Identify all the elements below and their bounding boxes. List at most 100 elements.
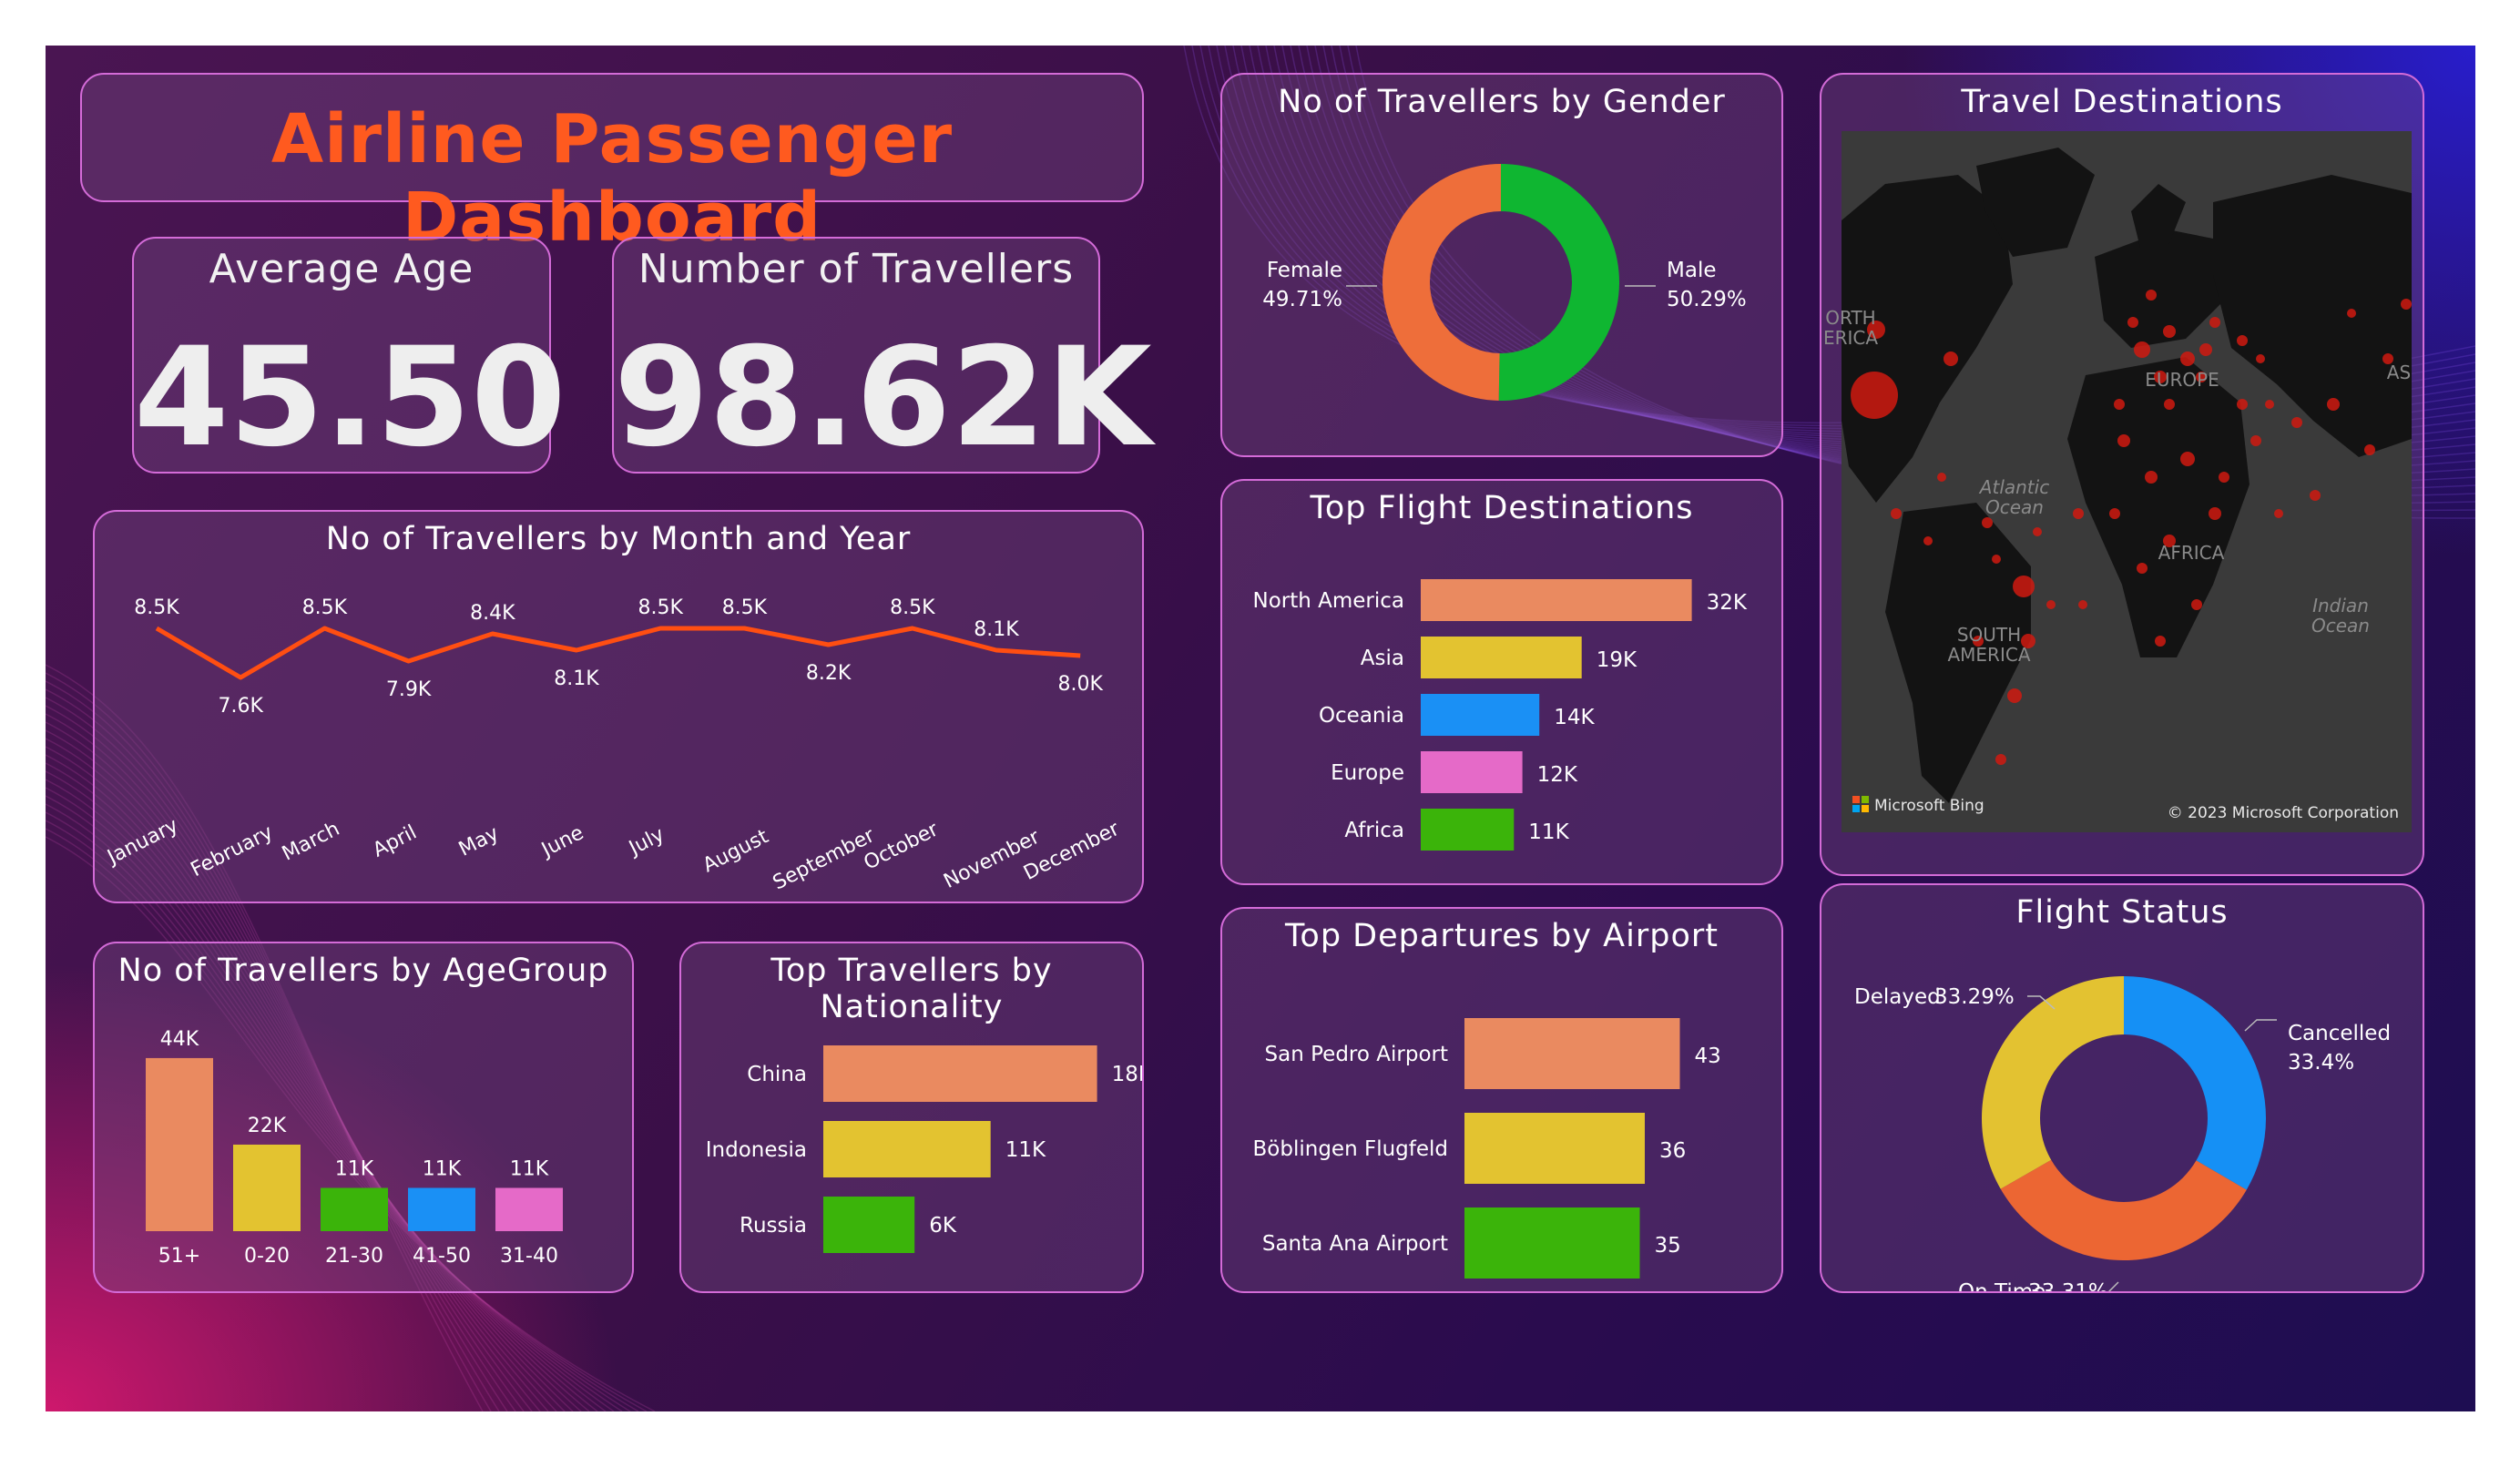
bar [823, 1045, 1097, 1102]
destination-dot [2327, 398, 2340, 411]
map-label: Indian [2312, 595, 2369, 616]
kpi-label: Average Age [209, 246, 474, 292]
status-chart-panel[interactable]: Flight Status Cancelled33.4%On Time33.31… [1820, 883, 2424, 1293]
destination-dot [1891, 508, 1902, 519]
map-label: Atlantic [1978, 476, 2049, 498]
destination-dot [2237, 335, 2248, 346]
data-label: 11K [1005, 1138, 1046, 1162]
category-label: Oceania [1319, 704, 1404, 728]
destination-dot [2114, 399, 2125, 410]
data-label: 18K [1112, 1063, 1142, 1086]
bing-logo-square [1852, 796, 1860, 803]
nationality-bar-chart: China 18K Indonesia 11K Russia 6K [706, 1045, 1142, 1253]
data-label: 35 [1655, 1234, 1681, 1258]
destination-dot [2274, 509, 2283, 518]
map-copyright: © 2023 Microsoft Corporation [2168, 804, 2399, 822]
destination-dot [2117, 434, 2130, 447]
x-tick-label: August [699, 825, 772, 877]
destination-dot [2164, 399, 2175, 410]
category-label: Asia [1361, 647, 1404, 670]
category-label: 41-50 [413, 1245, 471, 1268]
data-label: 11K [335, 1157, 374, 1180]
bar [1421, 751, 1523, 793]
kpi-average-age[interactable]: Average Age 45.50 [132, 237, 566, 474]
data-label: 11K [510, 1157, 549, 1180]
data-label: 8.5K [638, 596, 683, 619]
bar [1421, 694, 1540, 736]
destination-dot [1995, 754, 2006, 765]
bing-logo-square [1852, 805, 1860, 812]
dashboard-canvas: Airline Passenger Dashboard Average Age … [46, 46, 2475, 1411]
world-map[interactable]: ORTHERICA EUROPE AS AFRICA SOUTHAMERICA Atlan… [1821, 75, 2423, 874]
destination-dot [1923, 536, 1933, 545]
data-label: 11K [423, 1157, 462, 1180]
departures-chart-panel[interactable]: Top Departures by Airport San Pedro Airp… [1220, 907, 1783, 1293]
destination-dot [2134, 341, 2150, 358]
bar [233, 1144, 301, 1231]
destination-dot [2191, 599, 2202, 610]
destination-dot [2250, 435, 2261, 446]
destinations-bar-chart: North America 32K Asia 19K Oceania 14K Europe 1… [1252, 579, 1748, 851]
agegroup-chart-panel[interactable]: No of Travellers by AgeGroup 44K 51+ 22K 0-… [93, 942, 634, 1293]
data-label: 8.1K [554, 667, 599, 690]
data-label: 8.5K [302, 596, 348, 619]
category-label: Europe [1331, 761, 1404, 785]
destination-dot [2364, 444, 2375, 455]
x-tick-label: March [279, 818, 343, 866]
data-label: 8.2K [806, 662, 852, 685]
destination-dot [2145, 471, 2158, 484]
data-label: 7.6K [218, 695, 263, 718]
x-tick-label: April [370, 821, 421, 862]
destination-dot [1982, 517, 1993, 528]
map-label: ERICA [1823, 327, 1878, 349]
gender-chart-panel[interactable]: No of Travellers by Gender Male 50.29% Fem… [1220, 73, 1783, 457]
map-label: Ocean [1985, 496, 2044, 518]
data-label: 8.0K [1057, 673, 1103, 696]
destinations-chart-panel[interactable]: Top Flight Destinations North America 32K… [1220, 479, 1783, 885]
x-tick-label: February [188, 821, 277, 882]
destination-dot [2013, 576, 2035, 597]
category-label: Böblingen Flugfeld [1253, 1137, 1448, 1161]
bing-logo-square [1862, 796, 1869, 803]
map-panel[interactable]: Travel Destinations ORTH ERICA EUROPE AS AFR… [1820, 73, 2424, 876]
destination-dot [2310, 490, 2321, 501]
title-card: Airline Passenger Dashboard [80, 73, 1144, 257]
map-label: AMERICA [1947, 644, 2030, 666]
data-label: 36 [1659, 1139, 1686, 1163]
category-label: Santa Ana Airport [1262, 1232, 1448, 1256]
legend-value: 33.29% [1934, 985, 2015, 1009]
destination-dot [2127, 317, 2138, 328]
destination-dot [2073, 508, 2084, 519]
slice-male [1498, 164, 1619, 401]
dashboard-title: Airline Passenger Dashboard [270, 100, 954, 257]
data-label: 8.4K [470, 602, 515, 625]
destination-dot [2163, 325, 2176, 338]
kpi-travellers[interactable]: Number of Travellers 98.62K [612, 237, 1152, 474]
bing-logo-square [1862, 805, 1869, 812]
destination-dot [2256, 354, 2265, 363]
series-line [155, 626, 1081, 680]
destination-dot [2137, 563, 2148, 574]
category-label: Indonesia [706, 1138, 807, 1162]
destination-dot [2007, 688, 2022, 703]
destination-dot [2046, 600, 2056, 609]
data-label: 6K [929, 1214, 957, 1238]
leader-line [2244, 1019, 2277, 1032]
data-label: 19K [1597, 648, 1637, 672]
destination-dot [2401, 299, 2412, 310]
destination-dot [1992, 555, 2001, 564]
slice-on-time [2000, 1159, 2247, 1260]
destination-dot [1944, 352, 1958, 366]
destination-dot [2180, 352, 2195, 366]
legend-value: 50.29% [1667, 288, 1747, 311]
nationality-chart-panel[interactable]: Top Travellers by Nationality China18KIn… [679, 942, 1144, 1293]
month-chart-panel[interactable]: No of Travellers by Month and Year 8.5K J… [93, 510, 1144, 903]
legend-label: Cancelled [2288, 1022, 2391, 1045]
x-tick-label: January [102, 814, 181, 870]
destination-dot [2209, 507, 2221, 520]
bar [1421, 637, 1582, 678]
agegroup-bar-chart: 44K 51+ 22K 0-20 11K 21-30 11K 41-50 11K 31-40 [146, 1028, 563, 1268]
category-label: Africa [1344, 819, 1404, 842]
category-label: North America [1252, 589, 1404, 613]
category-label: San Pedro Airport [1265, 1043, 1448, 1066]
